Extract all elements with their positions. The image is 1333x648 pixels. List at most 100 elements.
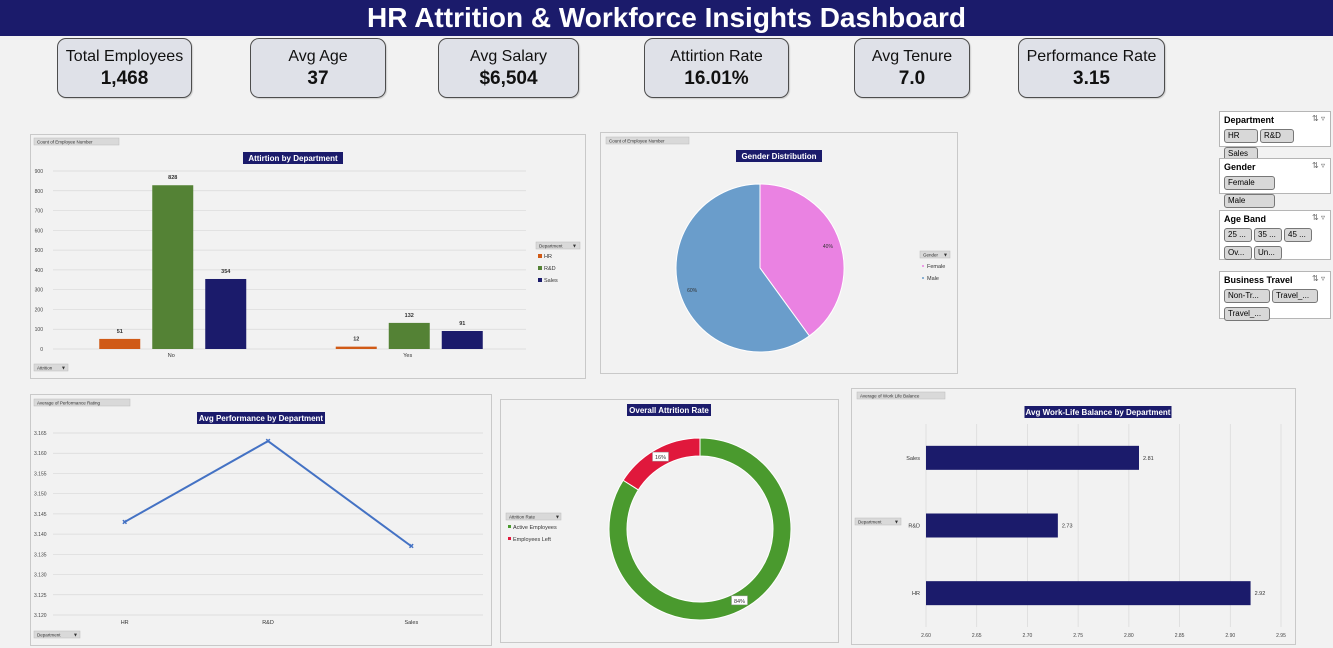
slicer-title-text: Department [1224, 115, 1275, 125]
legend-swatch [538, 266, 542, 270]
slicer-item[interactable]: 25 ... [1224, 228, 1252, 242]
clear-filter-icon[interactable]: ⇅ ▿ [1312, 161, 1325, 170]
data-label: 16% [655, 455, 666, 461]
x-tick-label: 2.95 [1276, 633, 1286, 639]
chart-title: Avg Work-Life Balance by Department [1026, 408, 1171, 417]
data-label: 2.73 [1062, 524, 1073, 530]
value-field-label: Average of Performance Rating [37, 401, 100, 406]
legend-field-label: Attrition Rate [509, 515, 536, 520]
legend-label: HR [544, 254, 552, 260]
y-tick-label: 800 [35, 189, 44, 195]
gender-distribution-panel: Count of Employee Number Gender Distribut… [600, 132, 958, 374]
kpi-label: Attirtion Rate [670, 48, 763, 65]
x-tick-label: Yes [403, 353, 412, 359]
slicer-item[interactable]: Female [1224, 176, 1275, 190]
slicer-item[interactable]: R&D [1260, 129, 1294, 143]
x-tick-label: Sales [404, 620, 418, 626]
data-point-marker: ✖ [408, 544, 414, 551]
data-label: 354 [221, 269, 231, 275]
y-tick-label: 3.150 [34, 492, 47, 498]
y-tick-label: 3.160 [34, 451, 47, 457]
legend-label: Active Employees [513, 525, 557, 531]
dropdown-arrow-icon: ▼ [61, 366, 66, 372]
slicer-item[interactable]: Male [1224, 194, 1275, 208]
slicer-business-travel: Business Travel ⇅ ▿ Non-Tr... Travel_...Tr… [1219, 271, 1331, 321]
doughnut-slice [622, 437, 701, 491]
kpi-total-employees: Total Employees 1,468 [57, 38, 192, 98]
clear-filter-icon[interactable]: ⇅ ▿ [1312, 114, 1325, 123]
dropdown-arrow-icon: ▼ [572, 244, 577, 250]
bar [388, 322, 430, 349]
legend-label: R&D [544, 266, 556, 272]
x-tick-label: 2.60 [921, 633, 931, 639]
x-tick-label: HR [121, 620, 129, 626]
kpi-label: Avg Salary [469, 48, 548, 65]
data-point-marker: ✖ [122, 519, 128, 526]
legend-label: Employees Left [513, 537, 551, 543]
dropdown-arrow-icon: ▼ [73, 633, 78, 639]
y-tick-label: 100 [35, 327, 44, 333]
slicer-item[interactable]: Ov... [1224, 246, 1252, 260]
legend-label: Female [927, 264, 945, 270]
slicer-title: Business Travel ⇅ ▿ [1220, 272, 1330, 288]
slicer-item[interactable]: 35 ... [1254, 228, 1282, 242]
chart-title: Overall Attrition Rate [629, 406, 709, 415]
x-tick-label: 2.70 [1023, 633, 1033, 639]
bar [441, 331, 483, 349]
slicer-item[interactable]: 45 ... [1284, 228, 1312, 242]
kpi-label: Avg Tenure [871, 48, 953, 65]
x-tick-label: R&D [262, 620, 274, 626]
kpi-avg-age: Avg Age 37 [250, 38, 386, 98]
y-tick-label: 3.120 [34, 613, 47, 619]
slicer-item[interactable]: Travel_... [1272, 289, 1318, 303]
work-life-balance-chart: Average of Work Life Balance Avg Work-Lif… [854, 391, 1286, 639]
x-tick-label: 2.85 [1175, 633, 1185, 639]
kpi-value: $6,504 [479, 68, 538, 89]
dropdown-arrow-icon: ▼ [894, 520, 899, 526]
slicer-title: Gender ⇅ ▿ [1220, 159, 1330, 175]
clear-filter-icon[interactable]: ⇅ ▿ [1312, 274, 1325, 283]
data-label: 91 [459, 321, 465, 327]
y-tick-label: 3.125 [34, 593, 47, 599]
kpi-value: 16.01% [684, 68, 749, 89]
chart-title: Gender Distribution [741, 152, 816, 161]
legend-swatch [538, 254, 542, 258]
data-label: 2.92 [1255, 591, 1266, 597]
data-label: 2.81 [1143, 456, 1154, 462]
legend-swatch [508, 537, 511, 540]
kpi-value: 7.0 [898, 68, 926, 89]
kpi-label: Performance Rate [1026, 48, 1157, 65]
slicer-item[interactable]: Un... [1254, 246, 1282, 260]
legend-swatch [538, 278, 542, 282]
x-tick-label: 2.90 [1225, 633, 1235, 639]
dashboard-title: HR Attrition & Workforce Insights Dashbo… [0, 0, 1333, 36]
legend-swatch [922, 265, 924, 267]
bar [99, 338, 141, 349]
x-tick-label: No [168, 353, 175, 359]
slicer-item[interactable]: Travel_... [1224, 307, 1270, 321]
kpi-avg-salary: Avg Salary $6,504 [438, 38, 579, 98]
value-field-label: Count of Employee Number [609, 139, 665, 144]
data-label: 828 [168, 175, 177, 181]
legend-field-label: Department [539, 244, 563, 249]
legend-label: Sales [544, 278, 558, 284]
work-life-balance-panel: Average of Work Life Balance Avg Work-Lif… [851, 388, 1296, 645]
slicer-item[interactable]: Non-Tr... [1224, 289, 1270, 303]
y-tick-label: 500 [35, 248, 44, 254]
axis-field-label: Department [858, 520, 882, 525]
y-tick-label: 3.135 [34, 552, 47, 558]
legend-label: Male [927, 276, 939, 282]
legend-field-label: Gender [923, 253, 939, 258]
avg-performance-chart: Average of Performance Rating Avg Perform… [33, 398, 483, 639]
kpi-performance-rate: Performance Rate 3.15 [1018, 38, 1165, 98]
dropdown-arrow-icon: ▼ [943, 253, 948, 259]
data-point-marker: ✖ [265, 439, 271, 446]
dropdown-arrow-icon: ▼ [555, 515, 560, 521]
axis-field-label: Department [37, 633, 61, 638]
y-tick-label: 900 [35, 169, 44, 175]
bar [926, 581, 1251, 606]
kpi-value: 1,468 [100, 68, 149, 89]
chart-title: Avg Performance by Department [199, 414, 324, 423]
clear-filter-icon[interactable]: ⇅ ▿ [1312, 213, 1325, 222]
slicer-item[interactable]: HR [1224, 129, 1258, 143]
